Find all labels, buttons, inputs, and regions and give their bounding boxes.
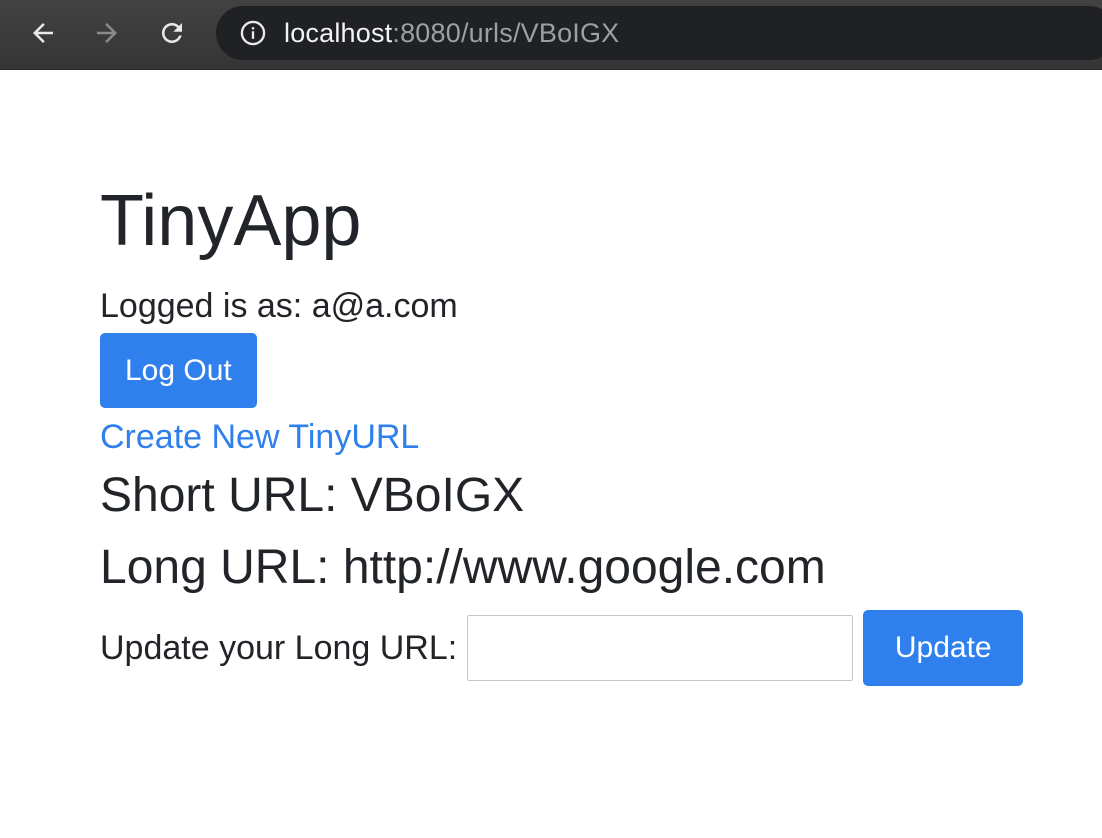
long-url-input[interactable] bbox=[467, 615, 854, 682]
arrow-right-icon bbox=[97, 23, 117, 43]
address-bar-url: localhost:8080/urls/VBoIGX bbox=[284, 18, 619, 49]
reload-icon bbox=[162, 23, 182, 43]
reload-button[interactable] bbox=[153, 14, 191, 52]
browser-toolbar: localhost:8080/urls/VBoIGX bbox=[0, 0, 1102, 70]
arrow-left-icon bbox=[33, 23, 53, 43]
update-form: Update your Long URL: Update bbox=[100, 610, 1090, 687]
logout-button[interactable]: Log Out bbox=[100, 333, 257, 409]
page-title: TinyApp bbox=[100, 181, 362, 261]
info-icon[interactable] bbox=[238, 18, 268, 48]
create-new-tinyurl-link[interactable]: Create New TinyURL bbox=[100, 418, 1090, 457]
forward-button[interactable] bbox=[88, 14, 126, 52]
update-long-url-label: Update your Long URL: bbox=[100, 629, 458, 668]
update-button[interactable]: Update bbox=[863, 610, 1024, 687]
long-url-heading: Long URL: http://www.google.com bbox=[100, 540, 826, 594]
url-host: localhost bbox=[284, 17, 393, 48]
logged-in-text: Logged is as: a@a.com bbox=[100, 287, 458, 326]
url-path: :8080/urls/VBoIGX bbox=[392, 17, 620, 48]
back-button[interactable] bbox=[24, 14, 62, 52]
address-bar[interactable]: localhost:8080/urls/VBoIGX bbox=[216, 6, 1102, 60]
short-url-heading: Short URL: VBoIGX bbox=[100, 469, 525, 523]
page-content: TinyApp Logged is as: a@a.com Log Out Cr… bbox=[100, 178, 1090, 687]
